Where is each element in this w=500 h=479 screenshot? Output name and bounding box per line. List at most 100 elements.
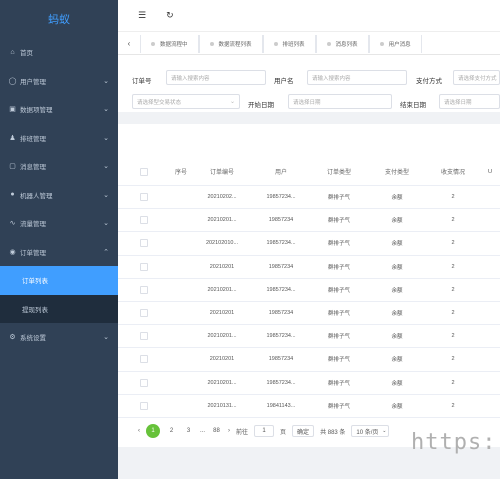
cell-user: 19857234: [268, 217, 294, 224]
table-header: 序号 订单编号 用户 订单类型 支付类型 收支情况 U: [118, 158, 500, 186]
checkbox-box[interactable]: [140, 309, 148, 318]
table-row[interactable]: 20210202... 19857234... 群排子气 余额 2: [118, 186, 500, 210]
checkbox-box[interactable]: [140, 355, 148, 364]
select-all-checkbox[interactable]: [118, 167, 170, 176]
hamburger-menu-icon[interactable]: ☰: [138, 10, 146, 21]
tab-bar: ‹ 数据流程中 数据流程列表 排班列表 消息列表 用户消息: [118, 33, 500, 55]
row-checkbox[interactable]: [118, 401, 170, 410]
cell-order-type: 群排子气: [327, 264, 350, 271]
checkbox-box[interactable]: [140, 401, 148, 410]
cell-order-type: 群排子气: [327, 195, 350, 202]
tab-2[interactable]: 排班列表: [262, 34, 316, 53]
tab-0[interactable]: 数据流程中: [140, 34, 199, 53]
orders-table: 序号 订单编号 用户 订单类型 支付类型 收支情况 U 20210202... 1…: [118, 158, 500, 418]
table-row[interactable]: 20210201... 19857234... 群排子气 余额 2: [118, 278, 500, 302]
tab-label: 消息列表: [335, 41, 358, 48]
page-3[interactable]: 3: [183, 428, 194, 434]
cell-income: 2: [451, 310, 455, 317]
total-count: 共 883 条: [320, 429, 346, 436]
checkbox-box[interactable]: [140, 167, 148, 176]
goto-confirm-button[interactable]: 确定: [292, 425, 315, 437]
row-checkbox[interactable]: [118, 285, 170, 294]
username-input[interactable]: 请输入搜索内容: [307, 70, 407, 85]
row-checkbox[interactable]: [118, 378, 170, 387]
checkbox-box[interactable]: [140, 216, 148, 225]
sidebar-subitem-0[interactable]: 订单列表: [0, 266, 118, 295]
order-no-input[interactable]: 请输入搜索内容: [166, 70, 266, 85]
cell-order-no: 20210201...: [207, 286, 237, 293]
header-order-no: 订单编号: [209, 170, 234, 176]
username-label: 用户名: [274, 78, 294, 85]
page-1[interactable]: 1: [146, 424, 160, 438]
table-row[interactable]: 20210131... 19841143... 群排子气 余额 2: [118, 395, 500, 418]
sidebar-item-7[interactable]: ◉ 订单管理 ⌃: [0, 238, 118, 267]
sidebar: 蚂蚁 ⌂ 首页 ◯ 用户管理 ⌄ ▣ 数据项管理 ⌄ ♟ 排班管理 ⌄ ▢ 消息管理 ⌄ ● 机器人管理 ⌄ ∿ 流…: [0, 0, 118, 479]
tab-3[interactable]: 消息列表: [315, 34, 369, 53]
tab-dot-icon: [326, 41, 331, 46]
checkbox-box[interactable]: [140, 239, 148, 248]
table-row[interactable]: 20210201... 19857234... 群排子气 余额 2: [118, 325, 500, 349]
tab-1[interactable]: 数据流程列表: [198, 34, 263, 53]
sidebar-subitem-1[interactable]: 提现列表: [0, 294, 118, 323]
page-ellipsis[interactable]: ...: [200, 428, 205, 434]
table-row[interactable]: 20210201... 19857234 群排子气 余额 2: [118, 209, 500, 233]
table-row[interactable]: 20210201... 19857234... 群排子气 余额 2: [118, 371, 500, 395]
cell-order-no: 20210201...: [207, 379, 237, 386]
cell-order-type: 群排子气: [327, 334, 350, 341]
row-checkbox[interactable]: [118, 355, 170, 364]
sidebar-item-settings[interactable]: ⚙ 系统设置 ⌄: [0, 323, 118, 352]
sidebar-item-label: 排班管理: [20, 135, 46, 143]
end-date-input[interactable]: 请选择日期: [439, 94, 500, 109]
checkbox-box[interactable]: [140, 378, 148, 387]
row-checkbox[interactable]: [118, 262, 170, 271]
next-page-icon[interactable]: ›: [228, 428, 230, 434]
sidebar-item-4[interactable]: ▢ 消息管理 ⌄: [0, 152, 118, 181]
sidebar-item-label: 系统设置: [20, 335, 46, 343]
sidebar-item-5[interactable]: ● 机器人管理 ⌄: [0, 181, 118, 210]
prev-page-icon[interactable]: ‹: [138, 428, 140, 434]
tab-label: 排班列表: [282, 41, 305, 48]
sidebar-item-6[interactable]: ∿ 流量管理 ⌄: [0, 209, 118, 238]
table-row[interactable]: 202102010... 19857234... 群排子气 余额 2: [118, 232, 500, 256]
cell-pay-type: 余额: [391, 380, 403, 387]
refresh-icon[interactable]: ↻: [166, 10, 174, 21]
row-checkbox[interactable]: [118, 193, 170, 202]
page-last[interactable]: 88: [211, 428, 222, 434]
sidebar-item-1[interactable]: ◯ 用户管理 ⌄: [0, 67, 118, 96]
trade-status-select[interactable]: 请选择型交易状态 ⌄: [132, 94, 240, 109]
sidebar-item-label: 机器人管理: [20, 192, 53, 200]
sidebar-item-2[interactable]: ▣ 数据项管理 ⌄: [0, 95, 118, 124]
chevron-down-icon: ⌄: [382, 428, 387, 434]
row-checkbox[interactable]: [118, 309, 170, 318]
checkbox-box[interactable]: [140, 332, 148, 341]
tab-label: 用户消息: [388, 41, 411, 48]
checkbox-box[interactable]: [140, 193, 148, 202]
tab-dot-icon: [151, 41, 155, 46]
sidebar-item-3[interactable]: ♟ 排班管理 ⌄: [0, 124, 118, 153]
settings-icon: ⚙: [9, 334, 16, 342]
checkbox-box[interactable]: [140, 262, 148, 271]
checkbox-box[interactable]: [140, 285, 148, 294]
page-2[interactable]: 2: [166, 428, 177, 434]
cell-pay-type: 余额: [391, 287, 403, 294]
tab-dot-icon: [209, 41, 214, 46]
row-checkbox[interactable]: [118, 216, 170, 225]
watermark-text: https:: [411, 430, 497, 455]
row-checkbox[interactable]: [118, 239, 170, 248]
table-row[interactable]: 20210201 19857234 群排子气 余额 2: [118, 348, 500, 372]
page-size-select[interactable]: 10 条/页 ⌄: [351, 425, 390, 437]
table-row[interactable]: 20210201 19857234 群排子气 余额 2: [118, 302, 500, 326]
sidebar-item-0[interactable]: ⌂ 首页: [0, 38, 118, 67]
tab-scroll-left-icon[interactable]: ‹: [118, 39, 140, 48]
table-row[interactable]: 20210201 19857234 群排子气 余额 2: [118, 256, 500, 279]
chart-icon: ∿: [9, 220, 16, 228]
filter-row-2: 请选择型交易状态 ⌄ 开始日期 请选择日期 结束日期 请选择日期: [118, 86, 500, 110]
start-date-input[interactable]: 请选择日期: [288, 94, 392, 109]
pay-method-select[interactable]: 请选择支付方式: [453, 70, 500, 85]
cell-user: 19857234: [268, 263, 294, 270]
row-checkbox[interactable]: [118, 332, 170, 341]
goto-page-input[interactable]: 1: [254, 425, 275, 437]
tab-dot-icon: [273, 41, 278, 46]
cell-pay-type: 余额: [391, 241, 403, 248]
tab-4[interactable]: 用户消息: [368, 34, 422, 53]
